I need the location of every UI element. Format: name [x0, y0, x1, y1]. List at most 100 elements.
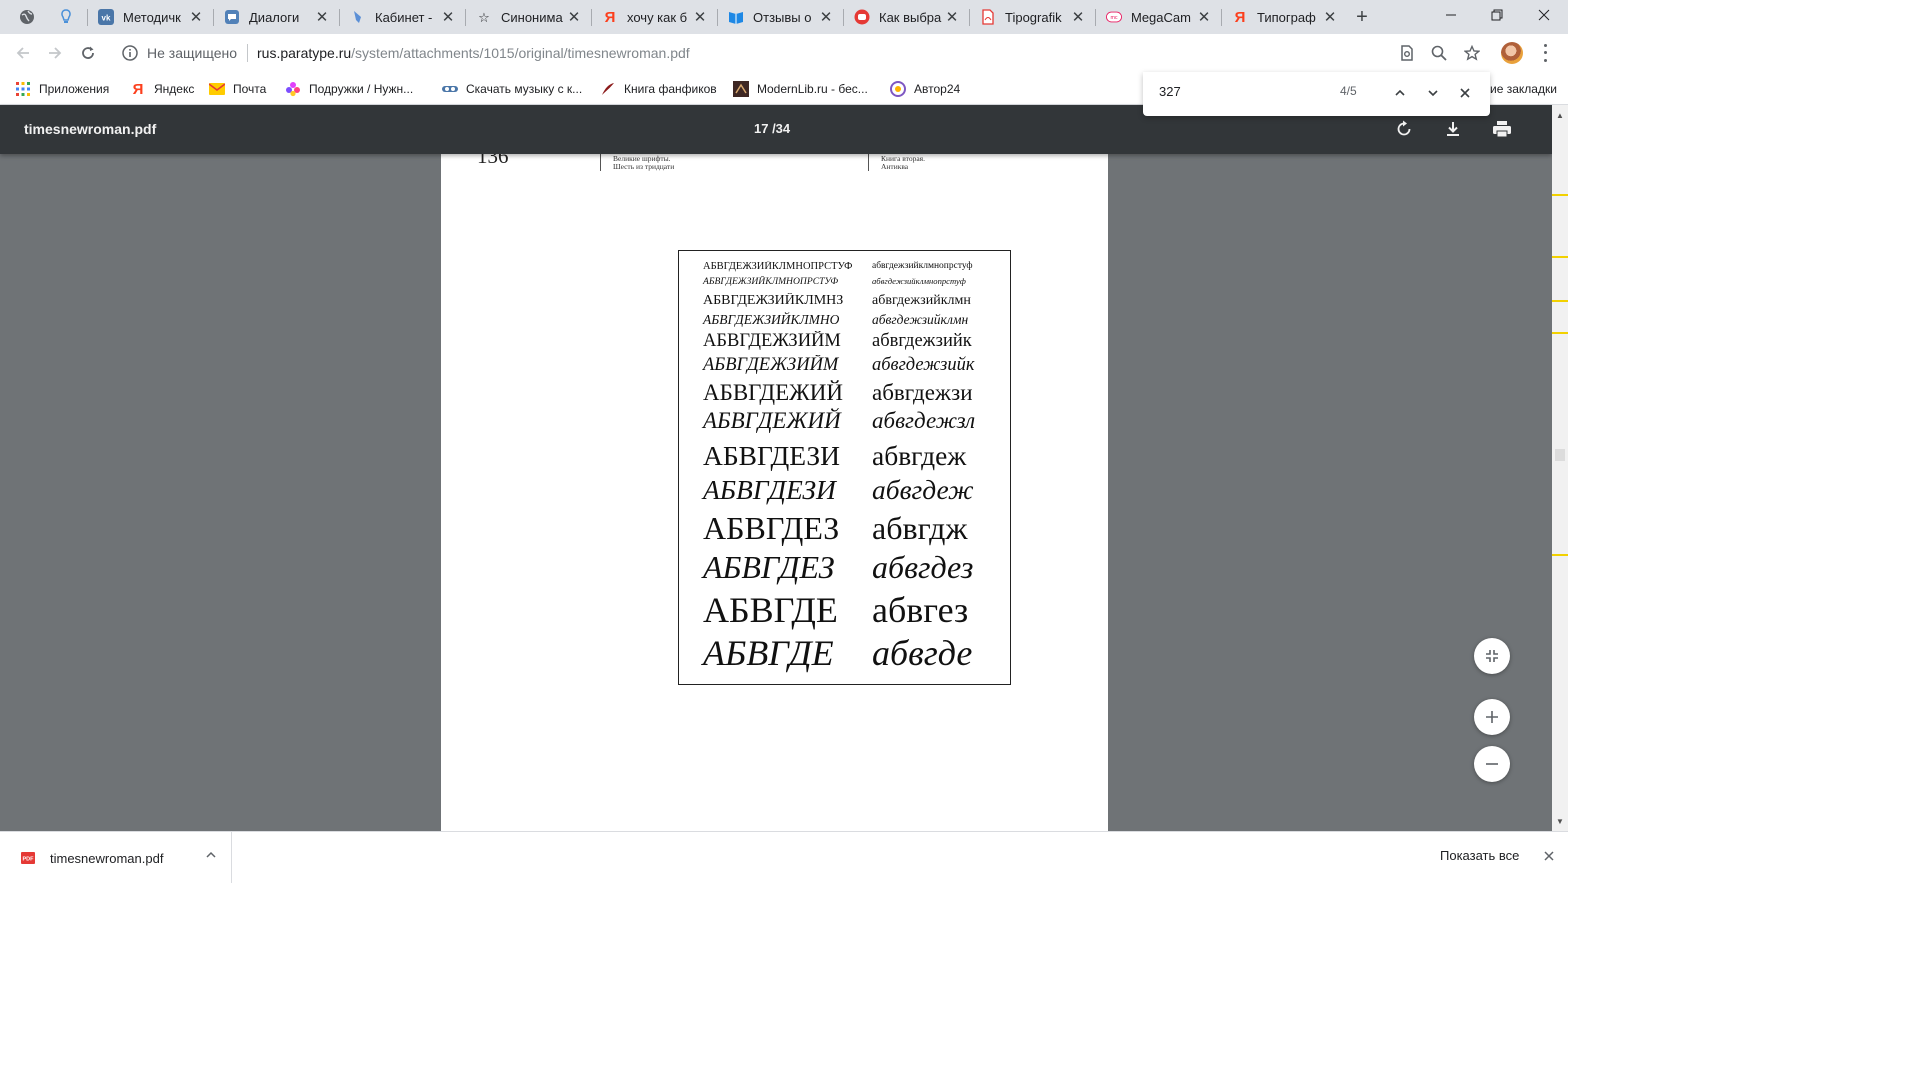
- close-icon[interactable]: ✕: [944, 9, 960, 26]
- header-rule: [868, 154, 869, 171]
- book-icon: [728, 9, 744, 25]
- specimen-uppercase: АБВГДЕЖЗИЙКЛМНО: [703, 312, 840, 327]
- download-file-name: timesnewroman.pdf: [50, 851, 164, 866]
- specimen-lowercase: абвгдежзийклмн: [872, 312, 969, 327]
- page-scrollbar[interactable]: ▲ ▼: [1552, 105, 1568, 831]
- close-icon[interactable]: ✕: [188, 9, 204, 26]
- tab-2[interactable]: Кабинет - ✕: [340, 0, 464, 34]
- zoom-out-button[interactable]: [1474, 746, 1510, 782]
- pinned-tab-globe[interactable]: [9, 0, 45, 34]
- specimen-row: АБВГДЕЖИЙ абвгдежзи: [679, 380, 1012, 410]
- download-item[interactable]: PDF timesnewroman.pdf: [0, 832, 232, 883]
- bookmark-music[interactable]: Скачать музыку с к...: [442, 78, 582, 100]
- menu-dot: [1543, 44, 1547, 48]
- restore-button[interactable]: [1474, 0, 1520, 30]
- security-status[interactable]: Не защищено: [147, 45, 237, 61]
- scroll-down-arrow[interactable]: ▼: [1552, 813, 1568, 829]
- tab-9[interactable]: Я Типограф ✕: [1222, 0, 1346, 34]
- close-icon[interactable]: ✕: [566, 9, 582, 26]
- globe-icon: [20, 10, 34, 24]
- reload-button[interactable]: [74, 39, 102, 67]
- back-button[interactable]: [9, 39, 37, 67]
- find-input[interactable]: 327: [1159, 84, 1181, 99]
- find-close-button[interactable]: [1455, 83, 1475, 103]
- close-icon[interactable]: ✕: [314, 9, 330, 26]
- pdf-file-icon: [980, 9, 996, 25]
- close-icon[interactable]: ✕: [692, 9, 708, 26]
- tab-5[interactable]: Отзывы о ✕: [718, 0, 842, 34]
- pdf-page: 136 Великие шрифты. Шесть из тридцати Кн…: [441, 144, 1108, 831]
- find-previous-button[interactable]: [1390, 83, 1410, 103]
- new-tab-button[interactable]: +: [1350, 0, 1374, 34]
- specimen-lowercase: абвгдежзл: [872, 408, 976, 433]
- tab-0[interactable]: vk Методичк ✕: [88, 0, 212, 34]
- find-next-button[interactable]: [1423, 83, 1443, 103]
- tab-6[interactable]: Как выбра ✕: [844, 0, 968, 34]
- arrow-left-icon: [16, 47, 29, 59]
- specimen-uppercase: АБВГДЕЗ: [703, 510, 840, 546]
- specimen-uppercase: АБВГДЕЗИ: [703, 474, 836, 505]
- profile-avatar[interactable]: [1501, 42, 1523, 64]
- zoom-in-button[interactable]: [1474, 699, 1510, 735]
- music-icon: [442, 81, 458, 97]
- bookmark-podruzhki[interactable]: Подружки / Нужн...: [285, 78, 413, 100]
- bookmark-author24[interactable]: Автор24: [890, 78, 960, 100]
- specimen-row: АБВГДЕЖЗИЙКЛМНОПРСТУФ абвгдежзийклмнопрст…: [679, 261, 1012, 275]
- tab-3[interactable]: ☆ Синонима ✕: [466, 0, 590, 34]
- close-icon[interactable]: ✕: [818, 9, 834, 26]
- document-search-icon: [1401, 45, 1413, 61]
- close-download-shelf-button[interactable]: [1541, 848, 1557, 864]
- tab-7[interactable]: Tipografik ✕: [970, 0, 1094, 34]
- rotate-button[interactable]: [1392, 117, 1416, 141]
- pdf-page-indicator[interactable]: 17 /34: [754, 121, 790, 136]
- info-icon[interactable]: [121, 44, 139, 62]
- close-icon[interactable]: ✕: [1322, 9, 1338, 26]
- flower-icon: [285, 81, 301, 97]
- specimen-lowercase: абвгдеж: [872, 474, 974, 505]
- scroll-thumb[interactable]: [1555, 449, 1565, 461]
- print-button[interactable]: [1490, 117, 1514, 141]
- bookmark-yandex[interactable]: Я Яндекс: [130, 78, 195, 100]
- close-icon[interactable]: ✕: [1196, 9, 1212, 26]
- page-action-button[interactable]: [1396, 42, 1418, 64]
- forward-button[interactable]: [41, 39, 69, 67]
- specimen-lowercase: абвгдежзийк: [872, 355, 975, 375]
- specimen-uppercase: АБВГДЕЗ: [703, 549, 835, 585]
- close-icon[interactable]: ✕: [440, 9, 456, 26]
- pinned-tab-lightbulb[interactable]: [48, 0, 84, 34]
- address-bar[interactable]: Не защищено rus.paratype.ru/system/attac…: [112, 38, 1504, 68]
- bookmark-apps[interactable]: Приложения: [15, 78, 109, 100]
- bookmark-modernlib[interactable]: ModernLib.ru - бес...: [733, 78, 868, 100]
- chevron-up-icon: [206, 851, 216, 858]
- specimen-row: АБВГДЕЖЗИЙКЛМНЗ абвгдежзийклмн: [679, 293, 1012, 311]
- scroll-up-arrow[interactable]: ▲: [1552, 107, 1568, 123]
- tab-1[interactable]: Диалоги ✕: [214, 0, 338, 34]
- bookmark-fanfics[interactable]: Книга фанфиков: [600, 78, 717, 100]
- close-icon: [1538, 9, 1550, 21]
- show-all-downloads-link[interactable]: Показать все: [1440, 848, 1519, 863]
- tab-4[interactable]: Я хочу как б ✕: [592, 0, 716, 34]
- specimen-uppercase: АБВГДЕЖЗИЙМ: [703, 355, 839, 375]
- bookmark-star-button[interactable]: [1461, 42, 1483, 64]
- specimen-row: АБВГДЕЖЗИЙМ абвгдежзийк: [679, 355, 1012, 379]
- red-circle-icon: [854, 9, 870, 25]
- mail-icon: [209, 81, 225, 97]
- close-window-button[interactable]: [1521, 0, 1567, 30]
- specimen-row: АБВГДЕЖЗИЙКЛМНОПРСТУФ абвгдежзийклмнопрст…: [679, 276, 1012, 290]
- tab-8[interactable]: mc MegaCam ✕: [1096, 0, 1220, 34]
- fit-page-button[interactable]: [1474, 638, 1510, 674]
- download-options-button[interactable]: [204, 848, 218, 862]
- plus-icon: +: [1356, 5, 1368, 28]
- close-icon[interactable]: ✕: [1070, 9, 1086, 26]
- find-match-marker: [1552, 194, 1568, 196]
- specimen-uppercase: АБВГДЕЖЗИЙКЛМНОПРСТУФ: [703, 261, 853, 272]
- browser-menu-button[interactable]: [1538, 42, 1552, 64]
- minimize-button[interactable]: [1428, 0, 1474, 30]
- download-button[interactable]: [1441, 117, 1465, 141]
- header-right: Книга вторая. Антиква: [881, 155, 925, 171]
- other-bookmarks[interactable]: ие закладки: [1490, 78, 1557, 100]
- bookmark-mail[interactable]: Почта: [209, 78, 266, 100]
- specimen-lowercase: абвгез: [872, 590, 969, 630]
- zoom-button[interactable]: [1428, 42, 1450, 64]
- rotate-icon: [1397, 120, 1411, 136]
